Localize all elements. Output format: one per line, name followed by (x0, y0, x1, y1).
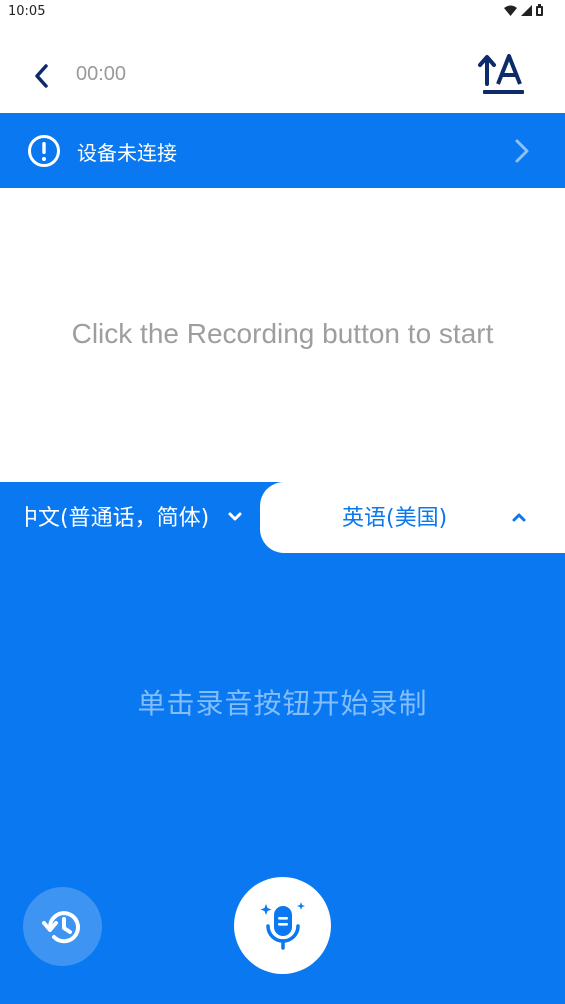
source-language-label: 中文(普通话，简体) (26, 506, 210, 531)
chevron-down-icon (228, 512, 242, 521)
font-size-button[interactable] (478, 52, 528, 98)
status-time: 10:05 (8, 4, 46, 19)
history-button[interactable] (23, 887, 102, 966)
recording-instruction: 单击录音按钮开始录制 (137, 687, 428, 720)
top-bar: 00:00 (0, 24, 565, 113)
status-icons (504, 4, 543, 16)
chevron-up-icon (512, 513, 526, 522)
status-bar: 10:05 (0, 0, 565, 24)
empty-hint: Click the Recording button to start (71, 318, 494, 349)
target-language-label: 英语(美国) (342, 506, 448, 531)
back-button[interactable] (26, 59, 56, 93)
back-arrow-icon (35, 64, 48, 88)
record-button[interactable] (234, 877, 331, 974)
font-size-icon (478, 54, 524, 94)
alert-icon (28, 135, 60, 167)
recording-timer: 00:00 (76, 63, 127, 85)
signal-icon (521, 4, 532, 16)
chevron-right-icon (515, 139, 529, 163)
microphone-icon (260, 901, 305, 950)
device-status-text: 设备未连接 (77, 141, 177, 165)
source-language-selector[interactable]: 中文(普通话，简体) (0, 482, 260, 553)
battery-icon (536, 4, 543, 16)
device-status-banner[interactable]: 设备未连接 (0, 113, 565, 188)
source-language-label-wrap: 中文(普通话，简体) (26, 500, 210, 532)
history-icon (41, 910, 80, 943)
target-language-selector[interactable]: 英语(美国) (260, 482, 565, 553)
control-panel: 中文(普通话，简体) 英语(美国) 单击录音按钮开始录制 (0, 482, 565, 1004)
transcript-area: Click the Recording button to start (0, 188, 565, 482)
wifi-icon (504, 5, 517, 16)
